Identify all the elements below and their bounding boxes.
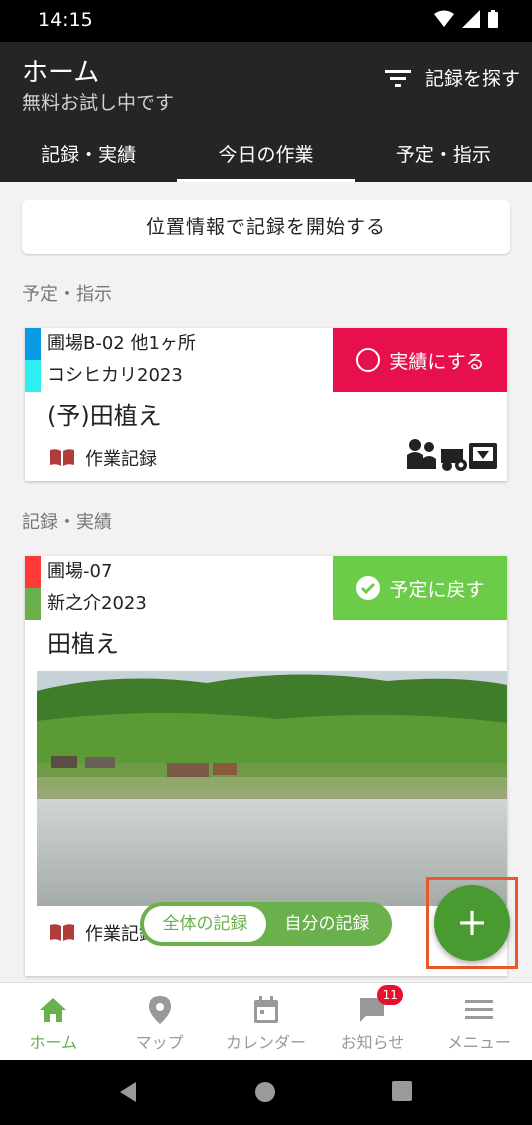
menu-icon (464, 1000, 493, 1019)
plan-card[interactable]: 圃場B-02 他1ヶ所 コシヒカリ2023 (予)田植え 実績にする 作業記録 (25, 328, 507, 481)
section-label-records: 記録・実績 (22, 512, 112, 533)
card-field: 圃場-07 (47, 561, 113, 582)
rice-paddy-photo (37, 671, 507, 906)
mark-done-button[interactable]: 実績にする (333, 328, 507, 392)
page-title: ホーム (22, 58, 100, 88)
wifi-icon (434, 10, 454, 27)
calendar-icon (254, 996, 279, 1023)
system-nav-bar (0, 1060, 532, 1125)
tab-today-label: 今日の作業 (218, 144, 314, 166)
field-color-bar (25, 328, 41, 360)
card-footer: 作業記録 (25, 431, 507, 481)
mark-done-label: 実績にする (389, 350, 485, 373)
main-content[interactable]: 位置情報で記録を開始する 予定・指示 圃場B-02 他1ヶ所 コシヒカリ2023… (0, 182, 532, 982)
card-title: (予)田植え (47, 402, 162, 430)
crop-color-bar (25, 588, 41, 620)
status-time: 14:15 (38, 9, 93, 31)
section-label-plans: 予定・指示 (22, 284, 112, 305)
recents-icon[interactable] (392, 1081, 412, 1101)
map-pin-icon (148, 996, 171, 1024)
tab-bar: 記録・実績 今日の作業 予定・指示 (0, 130, 532, 182)
check-circle-icon (356, 576, 381, 600)
circle-icon (356, 348, 381, 372)
nav-map[interactable]: マップ (106, 983, 212, 1060)
workers-machinery-icon (407, 439, 497, 471)
back-icon[interactable] (118, 1081, 138, 1103)
card-field: 圃場B-02 他1ヶ所 (47, 333, 196, 354)
nav-calendar-label: カレンダー (226, 1033, 307, 1052)
nav-menu-label: メニュー (446, 1033, 511, 1052)
start-location-record-button[interactable]: 位置情報で記録を開始する (22, 200, 510, 254)
signal-icon (462, 10, 480, 28)
revert-to-plan-button[interactable]: 予定に戻す (333, 556, 507, 620)
nav-menu[interactable]: メニュー (426, 983, 532, 1060)
search-records-button[interactable]: 記録を探す (384, 64, 520, 91)
field-photo[interactable] (37, 671, 507, 906)
card-title: 田植え (47, 630, 119, 658)
add-record-button[interactable]: + (434, 885, 510, 961)
card-crop: 新之介2023 (47, 593, 147, 614)
toggle-all-records[interactable]: 全体の記録 (144, 906, 266, 942)
nav-map-label: マップ (135, 1033, 184, 1052)
search-records-label: 記録を探す (424, 68, 520, 90)
status-icons (434, 10, 498, 28)
tab-records[interactable]: 記録・実績 (0, 130, 177, 182)
battery-icon (488, 10, 498, 28)
home-button-icon[interactable] (254, 1081, 276, 1103)
toggle-my-records[interactable]: 自分の記録 (266, 906, 388, 942)
trial-subtitle: 無料お試し中です (22, 92, 175, 114)
field-color-bar (25, 556, 41, 588)
nav-home-label: ホーム (29, 1033, 77, 1052)
bottom-nav: ホーム マップ カレンダー 11 お知らせ メニュー (0, 982, 532, 1060)
nav-home[interactable]: ホーム (0, 983, 106, 1060)
tab-today[interactable]: 今日の作業 (177, 130, 355, 182)
tab-plans[interactable]: 予定・指示 (355, 130, 532, 182)
status-bar: 14:15 (0, 0, 532, 42)
app-header: ホーム 無料お試し中です 記録を探す 記録・実績 今日の作業 予定・指示 (0, 42, 532, 182)
work-record-label: 作業記録 (85, 449, 157, 470)
notification-badge: 11 (377, 985, 404, 1005)
nav-notifications[interactable]: 11 お知らせ (319, 983, 425, 1060)
filter-icon (384, 69, 411, 87)
book-icon (50, 449, 74, 466)
card-crop: コシヒカリ2023 (47, 365, 183, 386)
book-icon (50, 924, 74, 941)
record-scope-toggle[interactable]: 全体の記録 自分の記録 (140, 902, 392, 946)
work-record-link[interactable]: 作業記録 (49, 445, 157, 471)
tab-records-label: 記録・実績 (41, 144, 137, 166)
tab-plans-label: 予定・指示 (395, 144, 491, 166)
nav-calendar[interactable]: カレンダー (213, 983, 319, 1060)
revert-to-plan-label: 予定に戻す (389, 578, 485, 601)
crop-color-bar (25, 360, 41, 392)
home-icon (40, 998, 67, 1022)
nav-notifications-label: お知らせ (340, 1033, 405, 1052)
